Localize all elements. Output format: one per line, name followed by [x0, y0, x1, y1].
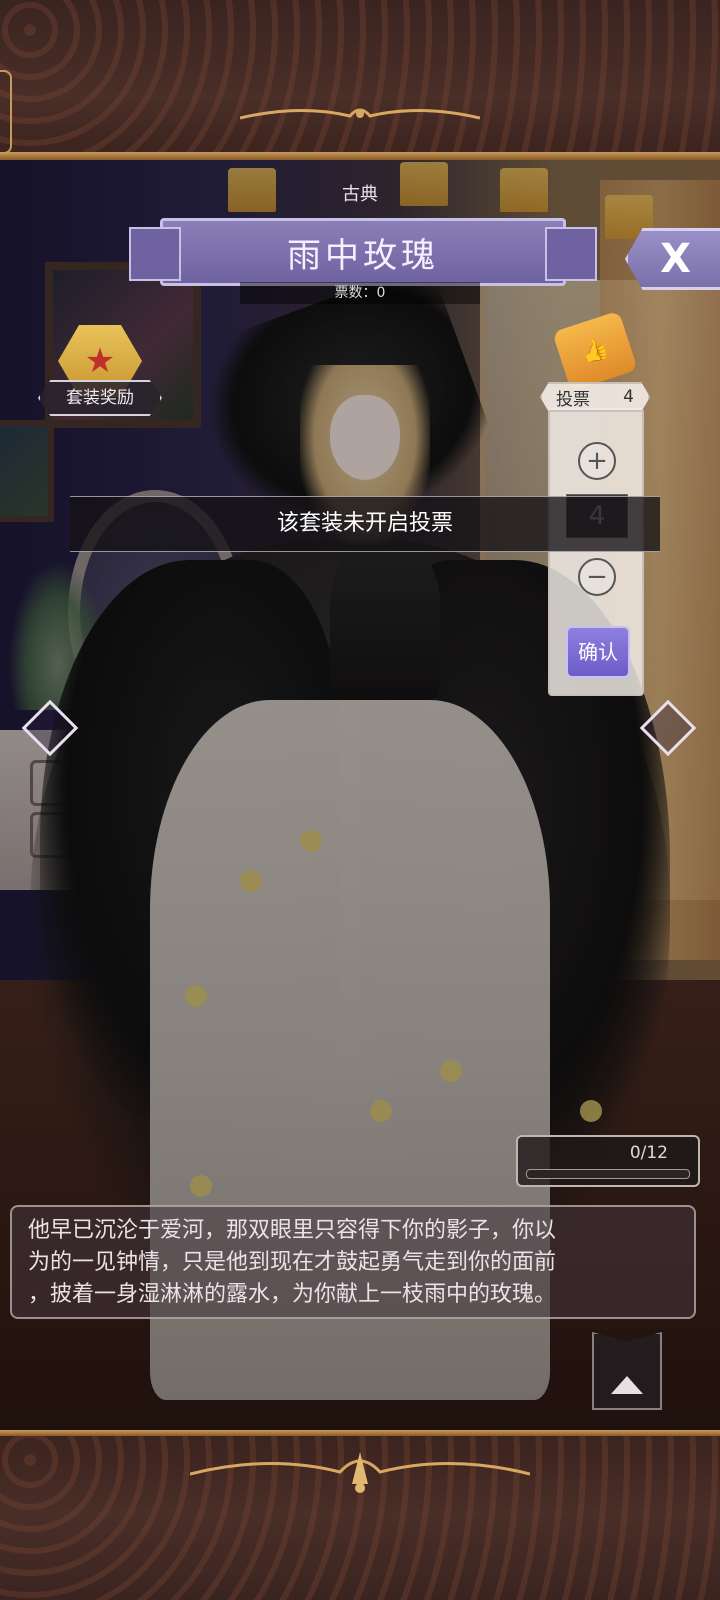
- outfit-reward-button[interactable]: 套装奖励: [38, 380, 162, 416]
- description-line: ，披着一身湿淋淋的露水，为你献上一枝雨中的玫瑰。: [28, 1282, 557, 1307]
- description-line: 为的一见钟情，只是他到现在才鼓起勇气走到你的面前: [28, 1250, 557, 1275]
- top-ornate-frame: [0, 0, 720, 160]
- outfit-title-banner: 雨中玫瑰: [129, 218, 597, 286]
- outfit-description: 他早已沉沦于爱河，那双眼里只容得下你的影子，你以 为的一见钟情，只是他到现在才鼓…: [10, 1205, 696, 1319]
- decrease-vote-button[interactable]: −: [578, 558, 616, 596]
- close-button[interactable]: X: [625, 228, 720, 290]
- progress-track: [526, 1169, 690, 1179]
- outfit-category: 古典: [342, 184, 378, 205]
- increase-vote-button[interactable]: +: [578, 442, 616, 480]
- star-icon: ★: [84, 341, 116, 381]
- flourish-ornament-icon: [240, 108, 480, 120]
- flourish-ornament-icon: [190, 1452, 530, 1493]
- voting-closed-toast: 该套装未开启投票: [70, 496, 660, 552]
- bottom-ornate-frame: [0, 1430, 720, 1600]
- vote-count-label: 票数：0: [240, 282, 480, 304]
- arrow-up-icon: [611, 1376, 643, 1394]
- close-icon: X: [660, 236, 691, 282]
- confirm-vote-button[interactable]: 确认: [566, 626, 630, 678]
- plus-icon: +: [586, 446, 608, 476]
- description-line: 他早已沉沦于爱河，那双眼里只容得下你的影子，你以: [28, 1218, 557, 1243]
- progress-text: 0/12: [629, 1143, 668, 1163]
- collection-progress: 0/12: [516, 1135, 700, 1187]
- vote-available-count: 4: [623, 387, 634, 407]
- vote-header: 投票 4: [540, 382, 650, 412]
- side-pull-tab[interactable]: [0, 70, 12, 154]
- dress-showcase-screen: 古典 雨中玫瑰 票数：0 X ★ 套装奖励 👍 投票 4 + 4 − 确认 该套…: [0, 0, 720, 1600]
- expand-panel-button[interactable]: [592, 1332, 662, 1410]
- minus-icon: −: [586, 562, 608, 592]
- outfit-title: 雨中玫瑰: [287, 235, 439, 276]
- vote-label: 投票: [556, 389, 590, 410]
